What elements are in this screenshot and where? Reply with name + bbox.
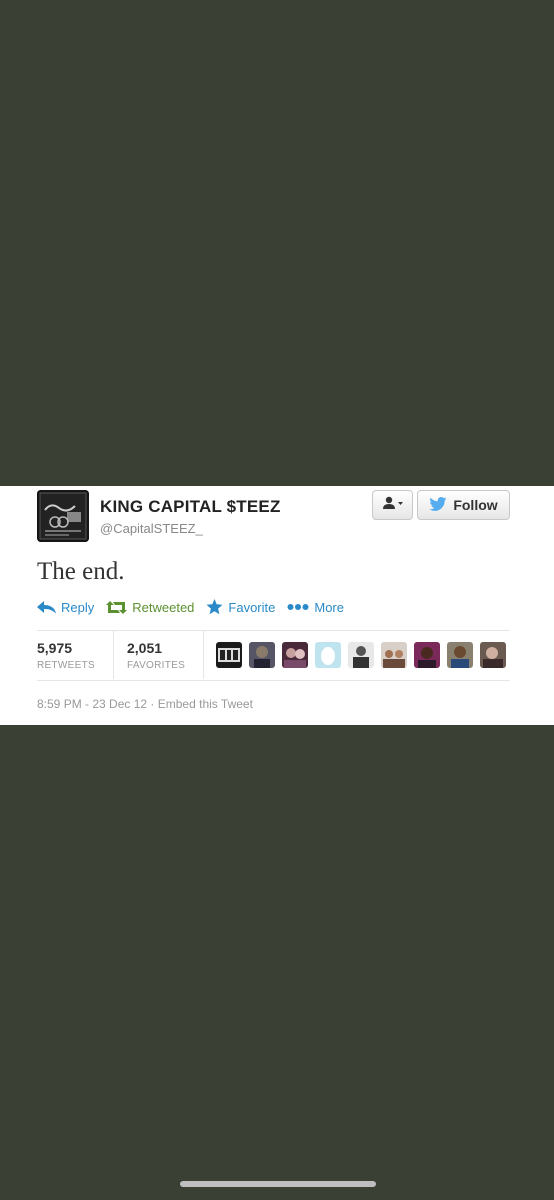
user-actions-button[interactable] [372,490,413,520]
person-icon [382,496,404,515]
retweets-stat[interactable]: 5,975 RETWEETS [37,640,95,671]
favoriter-avatar[interactable] [480,642,506,668]
twitter-bird-icon [429,496,447,514]
profile-avatar[interactable] [37,490,89,542]
favoriter-avatar[interactable] [315,642,341,668]
favorites-stat[interactable]: 2,051 FAVORITES [127,640,185,671]
reply-label: Reply [61,599,95,615]
stat-separator [113,631,114,679]
favoriter-avatar[interactable] [447,642,473,668]
retweets-count: 5,975 [37,640,73,656]
display-name[interactable]: KING CAPITAL $TEEZ [100,497,281,517]
divider-top [37,630,510,631]
home-indicator[interactable] [180,1181,376,1187]
favorite-button[interactable]: Favorite [206,599,275,615]
favoriters-avatars [216,642,513,668]
reply-button[interactable]: Reply [37,600,94,615]
favorites-label: FAVORITES [127,660,186,671]
favoriter-avatar[interactable] [216,642,242,668]
timestamp[interactable]: 8:59 PM - 23 Dec 12 [37,697,147,711]
more-button[interactable]: More [287,600,344,615]
favorite-label: Favorite [228,599,276,615]
divider-bottom [37,680,510,681]
favoriter-avatar[interactable] [348,642,374,668]
tweet-actions: Reply Retweeted Favorite More [37,598,356,616]
tweet-text: The end. [37,558,125,585]
follow-label: Follow [453,497,498,513]
follow-button[interactable]: Follow [417,490,510,520]
retweets-label: RETWEETS [37,660,95,671]
retweeted-button[interactable]: Retweeted [106,600,194,615]
favoriter-avatar[interactable] [249,642,275,668]
favoriter-avatar[interactable] [381,642,407,668]
retweeted-label: Retweeted [132,599,195,615]
embed-tweet-link[interactable]: Embed this Tweet [158,697,253,711]
favoriter-avatar[interactable] [282,642,308,668]
stat-separator [203,631,204,679]
reply-icon [37,600,56,613]
favorites-count: 2,051 [127,640,163,656]
favoriter-avatar[interactable] [414,642,440,668]
more-dots-icon [287,604,309,610]
more-label: More [314,599,344,615]
footer-separator: · [150,697,155,711]
user-handle[interactable]: @CapitalSTEEZ_ [100,521,203,536]
retweet-icon [106,600,128,614]
tweet-footer: 8:59 PM - 23 Dec 12 · Embed this Tweet [37,697,253,711]
star-icon [206,599,223,615]
